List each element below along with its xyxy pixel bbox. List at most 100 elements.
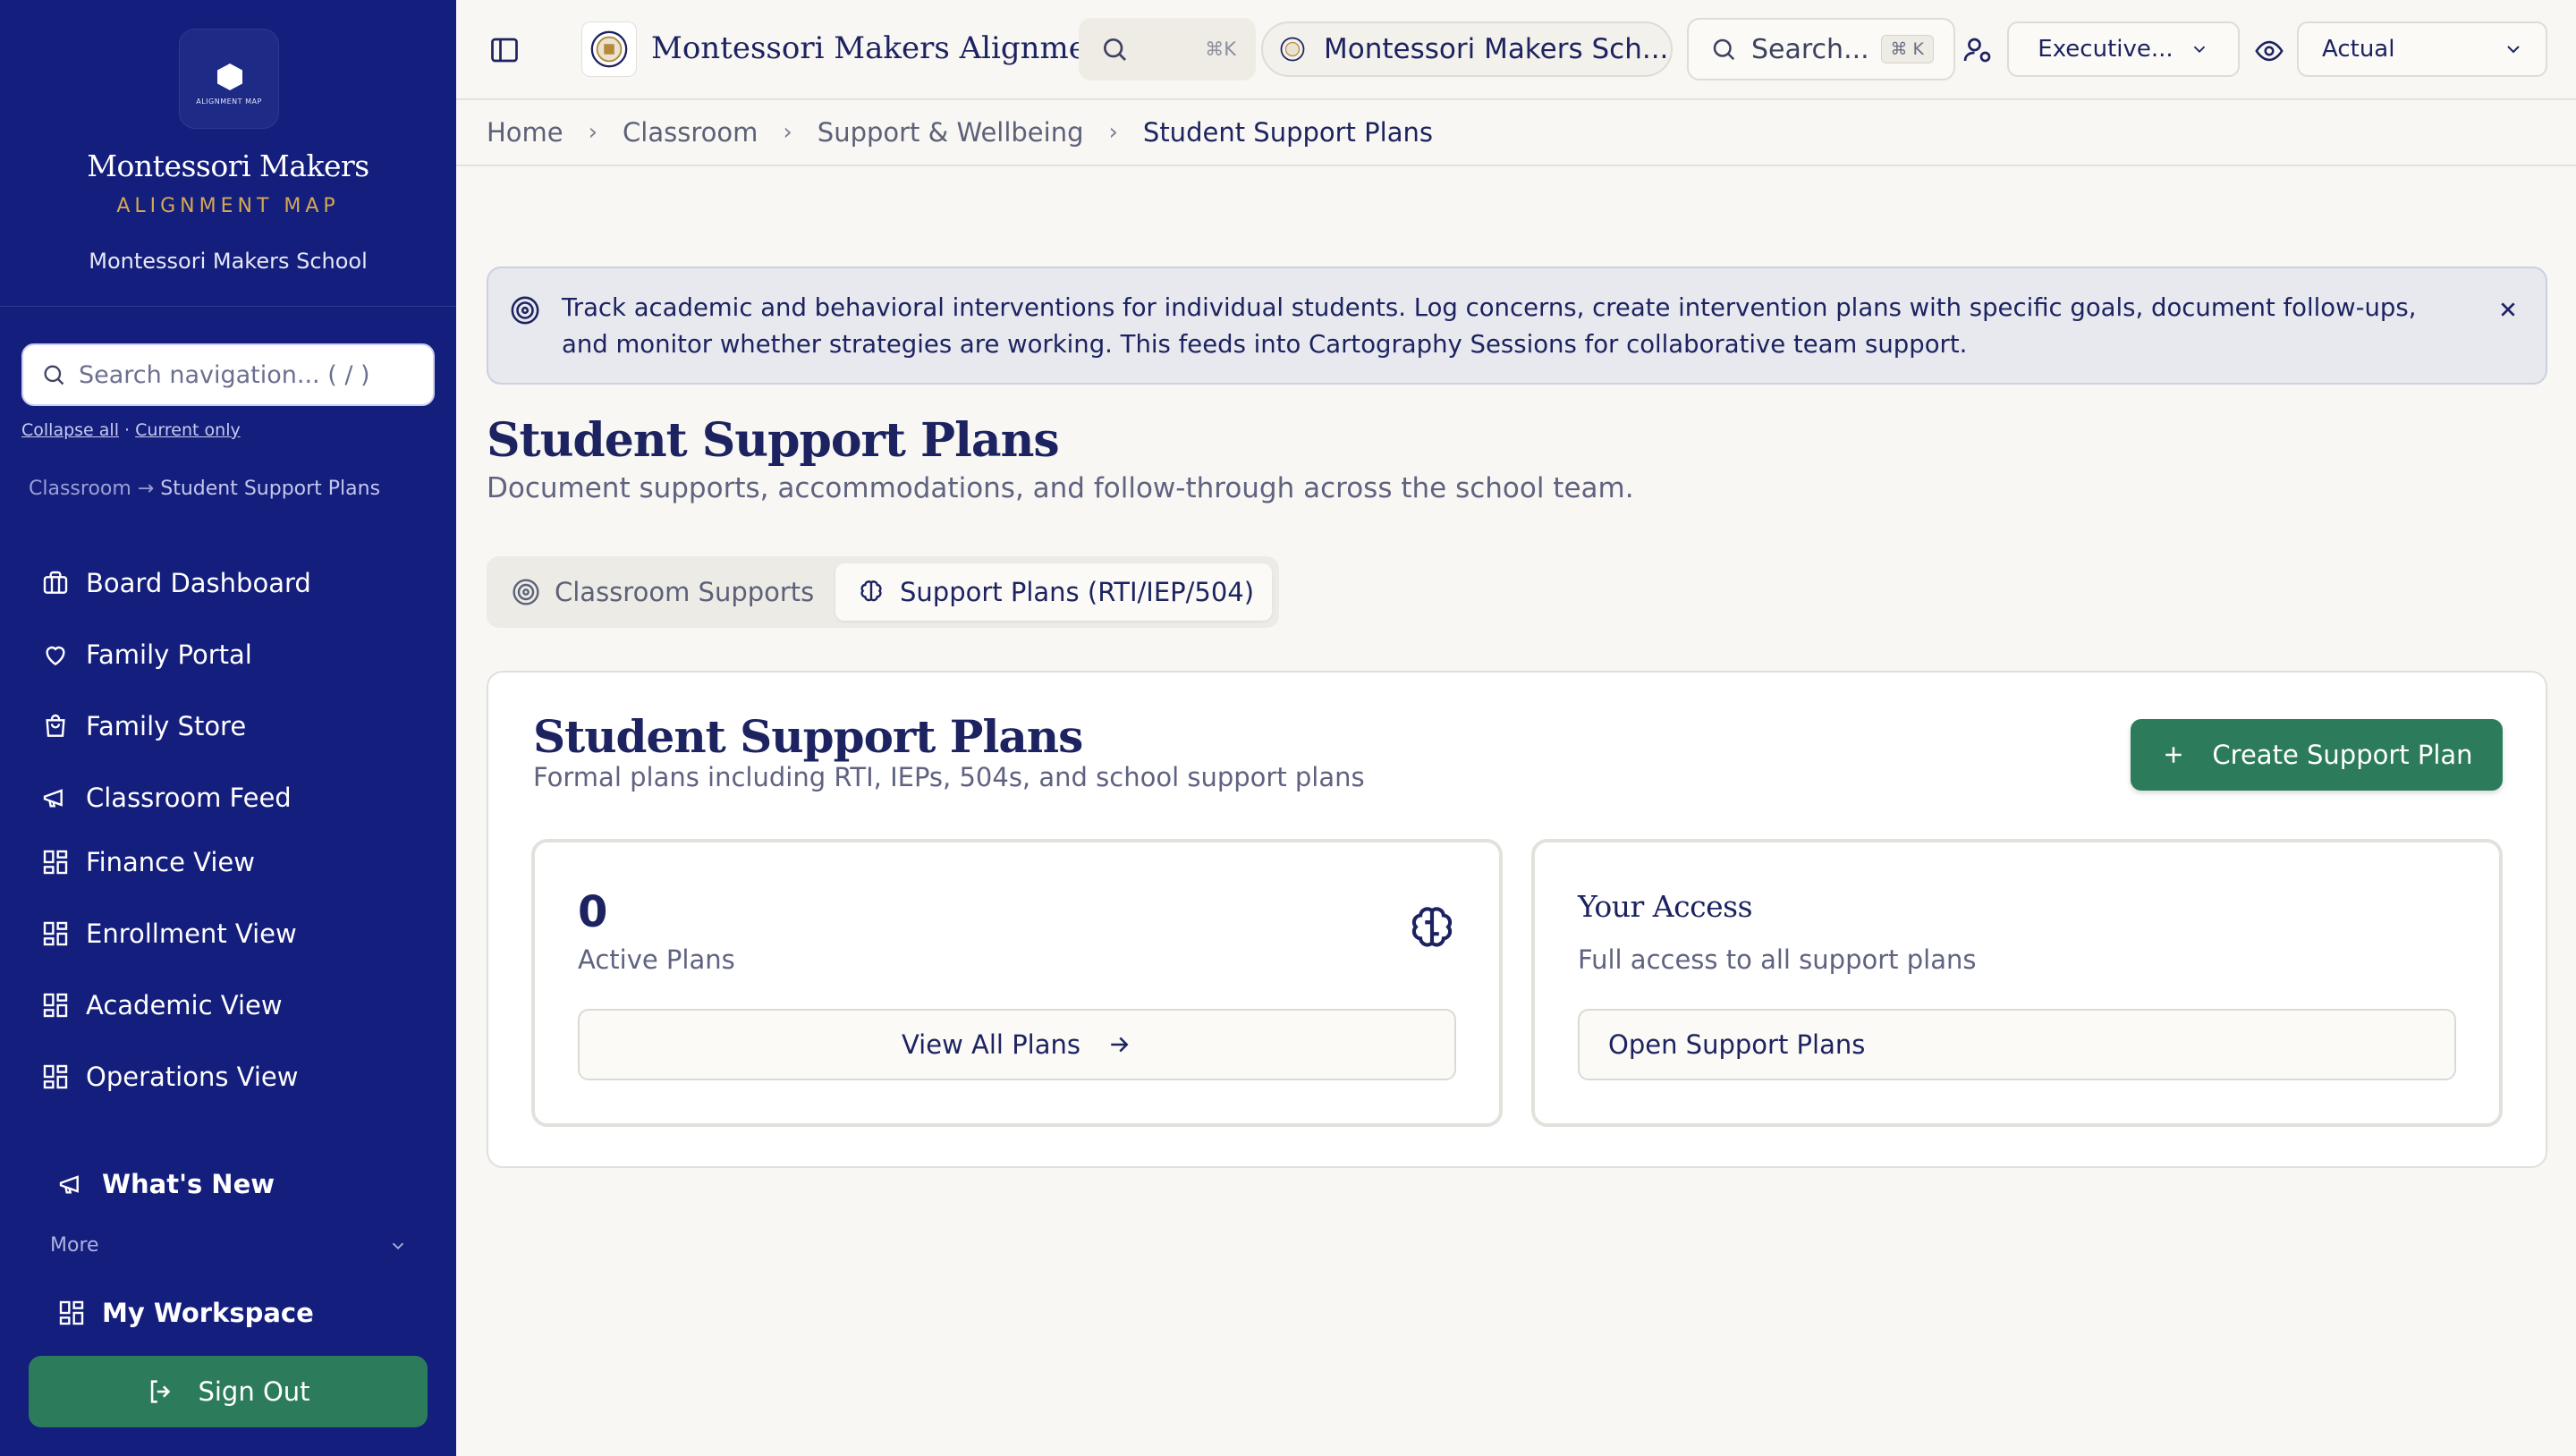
sidebar-item-whats-new[interactable]: What's New: [57, 1163, 275, 1206]
chevron-right-icon: ›: [588, 119, 598, 146]
sign-out-icon: [151, 1380, 171, 1403]
school-seal-icon: [590, 30, 628, 68]
sidebar-item-academic-view[interactable]: Academic View: [41, 984, 283, 1027]
sidebar-item-label: My Workspace: [102, 1298, 314, 1328]
top-bar: Montessori Makers Alignmen... ⌘K Montess…: [456, 0, 2576, 100]
search-icon: [1713, 38, 1735, 61]
tab-list: Classroom Supports Support Plans (RTI/IE…: [487, 556, 1279, 628]
sidebar-crumb-current: Student Support Plans: [160, 478, 381, 500]
access-title: Your Access: [1578, 889, 1753, 924]
chevron-down-icon: [392, 1242, 404, 1249]
search-shortcut: ⌘ K: [1880, 35, 1934, 63]
chevron-down-icon: [2193, 46, 2205, 54]
sidebar-item-label: Classroom Feed: [86, 783, 292, 813]
card-title: Student Support Plans: [533, 710, 1083, 763]
breadcrumb-item-classroom[interactable]: Classroom: [623, 117, 758, 148]
sidebar-divider: [0, 306, 456, 307]
sidebar-search[interactable]: [21, 343, 435, 406]
view-mode-select[interactable]: Actual: [2297, 21, 2547, 77]
sidebar-item-family-portal[interactable]: Family Portal: [41, 633, 252, 676]
role-selector[interactable]: Executive...: [2007, 21, 2240, 77]
brain-icon: [1411, 907, 1453, 947]
view-all-plans-label: View All Plans: [901, 1029, 1080, 1060]
sidebar-item-label: Finance View: [86, 847, 255, 877]
breadcrumb-item-support-wellbeing[interactable]: Support & Wellbeing: [818, 117, 1084, 148]
command-palette-button[interactable]: ⌘K: [1079, 18, 1256, 80]
open-support-plans-label: Open Support Plans: [1608, 1029, 1866, 1060]
sidebar-item-label: Academic View: [86, 990, 283, 1020]
sidebar: ALIGNMENT MAP Montessori Makers ALIGNMEN…: [0, 0, 456, 1456]
sidebar-item-label: Board Dashboard: [86, 568, 311, 598]
sidebar-nav-controls: Collapse all · Current only: [21, 420, 241, 440]
active-plans-label: Active Plans: [578, 944, 735, 975]
app-title: Montessori Makers Alignmen...: [651, 30, 1136, 66]
logo-hexagon-icon: [217, 63, 242, 90]
sidebar-item-label: Family Store: [86, 711, 247, 741]
sidebar-crumb-parent[interactable]: Classroom: [29, 478, 131, 500]
global-search[interactable]: Search... ⌘ K: [1687, 18, 1955, 80]
app-logo[interactable]: ALIGNMENT MAP: [179, 29, 279, 129]
sidebar-item-finance-view[interactable]: Finance View: [41, 841, 255, 884]
current-only-link[interactable]: Current only: [135, 420, 241, 440]
global-search-label: Search...: [1751, 33, 1869, 65]
sidebar-more-toggle[interactable]: More: [50, 1234, 408, 1257]
megaphone-icon: [59, 1175, 79, 1194]
breadcrumb-item-home[interactable]: Home: [487, 117, 564, 148]
arrow-right-icon: [1111, 1037, 1129, 1053]
active-plans-card: 0 Active Plans View All Plans: [531, 839, 1503, 1127]
sidebar-breadcrumb: Classroom → Student Support Plans: [29, 478, 380, 500]
create-support-plan-label: Create Support Plan: [2212, 740, 2473, 770]
sidebar-item-family-store[interactable]: Family Store: [41, 705, 246, 748]
brand-name: Montessori Makers: [87, 148, 369, 183]
tab-label: Classroom Supports: [555, 577, 815, 607]
tab-classroom-supports[interactable]: Classroom Supports: [512, 563, 814, 621]
school-selector-label: Montessori Makers Sch...: [1324, 33, 1669, 65]
briefcase-icon: [43, 571, 68, 594]
breadcrumb-item-current: Student Support Plans: [1142, 117, 1433, 148]
sign-out-button[interactable]: Sign Out: [29, 1356, 428, 1427]
sidebar-toggle-icon[interactable]: [488, 34, 521, 66]
school-selector[interactable]: Montessori Makers Sch...: [1261, 21, 1673, 77]
app-icon[interactable]: [581, 21, 637, 77]
search-icon: [44, 365, 64, 385]
active-plans-count: 0: [578, 887, 608, 937]
sidebar-item-label: Family Portal: [86, 639, 252, 670]
brain-icon: [860, 580, 882, 602]
school-seal-icon: [1280, 37, 1305, 62]
target-icon: [513, 579, 539, 605]
role-selector-label: Executive...: [2038, 36, 2174, 63]
sidebar-item-board-dashboard[interactable]: Board Dashboard: [41, 562, 311, 605]
page-title: Student Support Plans: [487, 413, 1060, 468]
info-banner: Track academic and behavioral interventi…: [487, 267, 2547, 385]
sidebar-item-enrollment-view[interactable]: Enrollment View: [41, 912, 297, 955]
link-separator: ·: [124, 420, 131, 440]
page-subtitle: Document supports, accommodations, and f…: [487, 472, 1634, 504]
sign-out-label: Sign Out: [198, 1376, 310, 1407]
access-description: Full access to all support plans: [1578, 944, 1977, 975]
chevron-right-icon: ›: [1108, 119, 1118, 146]
target-icon: [511, 296, 539, 325]
sidebar-item-classroom-feed[interactable]: Classroom Feed: [41, 776, 292, 819]
sidebar-item-label: Enrollment View: [86, 918, 297, 949]
create-support-plan-button[interactable]: Create Support Plan: [2131, 719, 2503, 791]
chevron-down-icon: [2507, 46, 2520, 54]
sidebar-item-operations-view[interactable]: Operations View: [41, 1055, 298, 1098]
user-settings-icon[interactable]: [1962, 34, 1995, 66]
collapse-all-link[interactable]: Collapse all: [21, 420, 119, 440]
sidebar-search-input[interactable]: [79, 360, 401, 389]
view-all-plans-button[interactable]: View All Plans: [578, 1009, 1456, 1080]
command-shortcut: ⌘K: [1205, 38, 1236, 60]
school-name: Montessori Makers School: [89, 249, 368, 274]
brand-subtitle: ALIGNMENT MAP: [116, 195, 340, 217]
megaphone-icon: [43, 789, 63, 808]
card-subtitle: Formal plans including RTI, IEPs, 504s, …: [533, 762, 1365, 792]
open-support-plans-button[interactable]: Open Support Plans: [1578, 1009, 2456, 1080]
tab-support-plans[interactable]: Support Plans (RTI/IEP/504): [835, 563, 1272, 621]
eye-icon[interactable]: [2254, 36, 2284, 66]
access-card: Your Access Full access to all support p…: [1531, 839, 2503, 1127]
dashboard-grid-icon: [43, 993, 68, 1018]
sidebar-item-my-workspace[interactable]: My Workspace: [57, 1291, 314, 1334]
more-label: More: [50, 1234, 99, 1257]
info-banner-text: Track academic and behavioral interventi…: [562, 293, 2417, 359]
close-icon[interactable]: [2494, 295, 2522, 324]
